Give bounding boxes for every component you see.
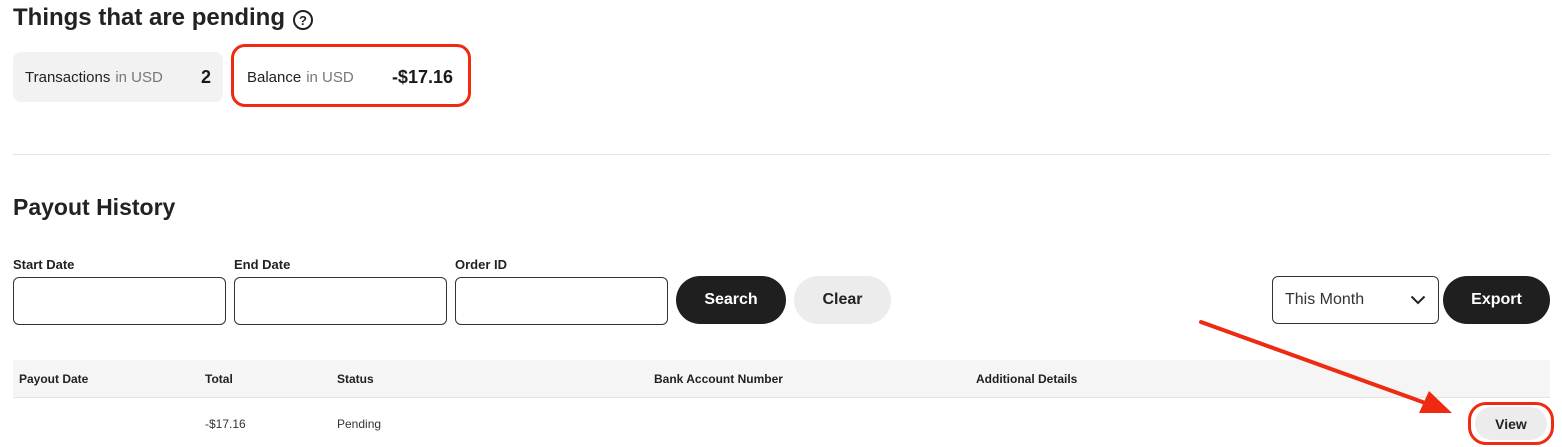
order-id-input[interactable] [455, 277, 668, 325]
payout-history-title: Payout History [13, 194, 176, 220]
search-button[interactable]: Search [676, 276, 786, 324]
column-header-status: Status [337, 372, 374, 386]
transactions-stat: Transactions in USD 2 [13, 52, 223, 102]
view-highlight-outline [1468, 402, 1554, 445]
column-header-bank-account-number: Bank Account Number [654, 372, 783, 386]
column-header-total: Total [205, 372, 233, 386]
transactions-value: 2 [200, 66, 211, 87]
column-header-payout-date: Payout Date [19, 372, 89, 386]
page-title: Things that are pending ? [13, 4, 314, 32]
clear-button[interactable]: Clear [794, 276, 891, 324]
end-date-label: End Date [234, 257, 291, 272]
transactions-unit: in USD [115, 68, 163, 86]
start-date-input[interactable] [13, 277, 226, 325]
balance-highlight-outline [231, 44, 471, 107]
period-select-value: This Month [1285, 291, 1365, 308]
cell-status: Pending [337, 417, 382, 431]
order-id-label: Order ID [455, 257, 508, 272]
start-date-label: Start Date [13, 257, 75, 272]
transactions-label: Transactions [25, 68, 111, 86]
chevron-down-icon [1410, 295, 1426, 305]
period-select[interactable]: This Month [1272, 276, 1439, 324]
pending-title: Things that are pending [13, 4, 286, 31]
export-button[interactable]: Export [1443, 276, 1550, 324]
column-header-additional-details: Additional Details [976, 372, 1078, 386]
section-divider [13, 154, 1550, 155]
question-circle-icon[interactable]: ? [293, 10, 314, 30]
cell-total: -$17.16 [205, 417, 246, 431]
end-date-input[interactable] [234, 277, 447, 325]
